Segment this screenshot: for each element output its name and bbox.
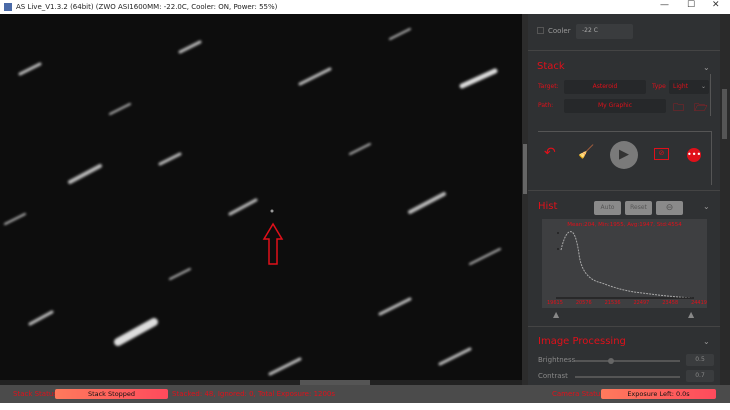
hist-tick: 24419 — [691, 300, 707, 306]
type-select[interactable]: Light⌄ — [669, 80, 709, 94]
maximize-button[interactable]: ☐ — [687, 0, 695, 10]
control-panel: Cooler -22 C Stack ⌄ Target: Asteroid Ty… — [528, 14, 720, 385]
status-bar: Stack Status: Stack Stopped Stacked: 48,… — [0, 385, 730, 403]
stack-section-title: Stack — [537, 61, 565, 72]
asteroid — [271, 210, 274, 213]
cooler-label: Cooler — [548, 27, 571, 35]
target-label: Target: — [538, 83, 559, 90]
more-options-icon[interactable]: ••• — [687, 148, 701, 162]
folder-open-icon[interactable]: 🗁 — [694, 99, 708, 118]
folder-select-icon[interactable]: 🗀 — [673, 99, 684, 118]
brightness-slider-handle[interactable] — [608, 358, 614, 364]
zoom-out-icon[interactable]: ⊖ — [656, 201, 683, 215]
undo-icon[interactable]: ↶ — [544, 145, 556, 161]
hist-tick: 23458 — [662, 300, 678, 306]
hist-reset-button[interactable]: Reset — [625, 201, 652, 215]
cooler-temp-input[interactable]: -22 C — [576, 24, 633, 39]
app-icon — [4, 3, 12, 11]
title-bar: AS Live_V1.3.2 (64bit) (ZWO ASI1600MM: -… — [0, 0, 730, 14]
hist-section-title: Hist — [538, 201, 557, 212]
close-button[interactable]: ✕ — [712, 0, 720, 10]
stack-status-bar: Stack Stopped — [55, 389, 168, 399]
image-processing-title: Image Processing — [538, 336, 626, 347]
star-field-image — [0, 14, 522, 385]
chevron-down-icon[interactable]: ⌄ — [703, 337, 710, 346]
camera-status-label: Camera Status: — [552, 385, 606, 403]
chevron-down-icon[interactable]: ⌄ — [703, 202, 710, 211]
play-button[interactable]: ▶ — [610, 141, 638, 169]
type-label: Type — [652, 83, 666, 90]
clear-broom-icon[interactable]: 🧹 — [578, 145, 594, 160]
brightness-label: Brightness — [538, 356, 575, 364]
minimize-button[interactable]: — — [660, 0, 669, 10]
window-title: AS Live_V1.3.2 (64bit) (ZWO ASI1600MM: -… — [16, 3, 277, 11]
hist-tick: 19615 — [547, 300, 563, 306]
contrast-slider[interactable] — [575, 376, 680, 378]
hist-tick: 21536 — [605, 300, 621, 306]
bottom-strip — [0, 403, 730, 410]
path-input[interactable]: My Graphic — [564, 99, 666, 113]
stack-status-label: Stack Status: — [13, 385, 59, 403]
histogram-curve — [542, 219, 707, 308]
contrast-label: Contrast — [538, 372, 568, 380]
target-input[interactable]: Asteroid — [564, 80, 646, 94]
hist-auto-button[interactable]: Auto — [594, 201, 621, 215]
camera-status-bar: Exposure Left: 0.0s — [601, 389, 716, 399]
cooler-checkbox[interactable] — [537, 27, 544, 34]
hist-axis-ticks: 19615 20576 21536 22497 23458 24419 — [547, 300, 707, 306]
stack-info: Stacked: 48, Ignored: 0, Total Exposure:… — [172, 385, 335, 403]
hist-tick: 20576 — [576, 300, 592, 306]
histogram: Mean:204, Min:1955, Avg:1947, Std:4554 1… — [542, 219, 707, 308]
image-viewer[interactable] — [0, 14, 522, 385]
arrow-up-annotation-icon — [264, 224, 282, 264]
hist-black-point-handle[interactable]: ▲ — [553, 310, 559, 319]
brightness-input[interactable]: 0.5 — [686, 354, 714, 366]
type-value: Light — [673, 83, 688, 90]
hist-tick: 22497 — [633, 300, 649, 306]
contrast-input[interactable]: 0.7 — [686, 370, 714, 382]
chevron-down-icon[interactable]: ⌄ — [703, 63, 710, 72]
path-label: Path: — [538, 102, 553, 109]
hist-white-point-handle[interactable]: ▲ — [688, 310, 694, 319]
panel-scrollbar[interactable] — [720, 14, 730, 385]
image-frame-icon[interactable]: ⊘ — [654, 148, 669, 160]
brightness-slider[interactable] — [575, 360, 680, 362]
